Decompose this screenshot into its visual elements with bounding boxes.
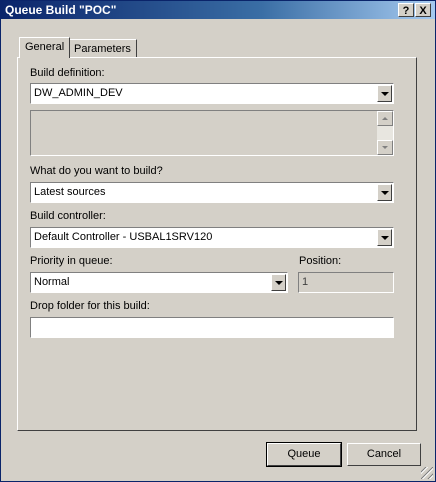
chevron-down-icon[interactable] xyxy=(271,274,286,291)
description-scrollbar[interactable] xyxy=(377,111,393,155)
queue-build-dialog: Queue Build "POC" ? X General Parameters… xyxy=(0,0,436,482)
build-definition-dropdown[interactable]: DW_ADMIN_DEV xyxy=(30,83,394,104)
build-definition-description xyxy=(30,110,394,156)
tab-parameters[interactable]: Parameters xyxy=(68,39,137,59)
position-label: Position: xyxy=(299,255,342,267)
what-to-build-dropdown[interactable]: Latest sources xyxy=(30,182,394,203)
priority-dropdown[interactable]: Normal xyxy=(30,272,288,293)
what-to-build-value: Latest sources xyxy=(34,186,106,198)
chevron-down-icon[interactable] xyxy=(377,229,392,246)
priority-value: Normal xyxy=(34,276,70,288)
close-button[interactable]: X xyxy=(415,3,431,17)
cancel-button[interactable]: Cancel xyxy=(347,443,421,466)
title-bar[interactable]: Queue Build "POC" ? X xyxy=(1,1,435,19)
scroll-down-icon[interactable] xyxy=(377,140,393,155)
drop-folder-input[interactable] xyxy=(30,317,394,338)
scroll-up-icon[interactable] xyxy=(377,111,393,126)
build-controller-dropdown[interactable]: Default Controller - USBAL1SRV120 xyxy=(30,227,394,248)
resize-grip-icon[interactable] xyxy=(421,467,433,479)
build-definition-label: Build definition: xyxy=(30,67,105,79)
help-button[interactable]: ? xyxy=(398,3,414,17)
tab-general[interactable]: General xyxy=(19,37,71,58)
chevron-down-icon[interactable] xyxy=(377,85,392,102)
chevron-down-icon[interactable] xyxy=(377,184,392,201)
build-controller-value: Default Controller - USBAL1SRV120 xyxy=(34,231,213,243)
position-value: 1 xyxy=(302,276,309,288)
build-definition-value: DW_ADMIN_DEV xyxy=(34,87,123,99)
what-to-build-label: What do you want to build? xyxy=(30,165,163,177)
dialog-title: Queue Build "POC" xyxy=(5,3,117,17)
drop-folder-label: Drop folder for this build: xyxy=(30,300,150,312)
queue-button[interactable]: Queue xyxy=(266,442,342,467)
priority-label: Priority in queue: xyxy=(30,255,113,267)
build-controller-label: Build controller: xyxy=(30,210,106,222)
position-field: 1 xyxy=(298,272,394,293)
general-tab-panel: Build definition: DW_ADMIN_DEV What do y… xyxy=(17,57,417,431)
